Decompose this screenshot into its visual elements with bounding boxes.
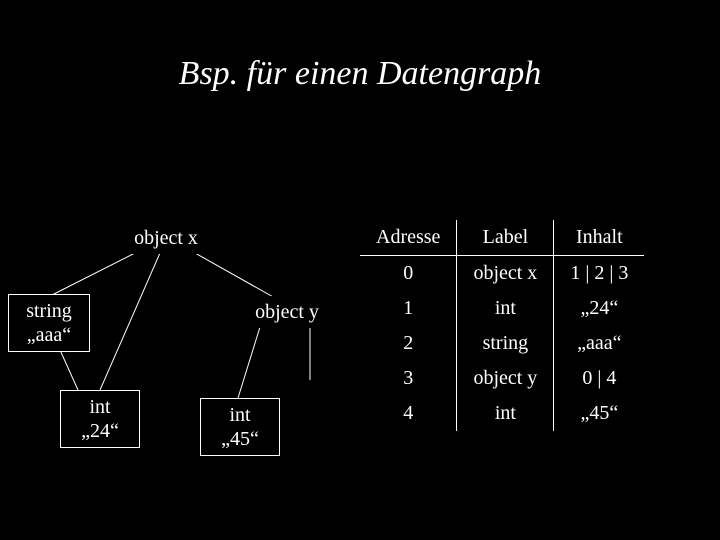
cell-label: int [457, 396, 554, 431]
cell-content: „45“ [554, 396, 645, 431]
cell-addr: 4 [360, 396, 457, 431]
node-int-45: int „45“ [200, 398, 280, 456]
table-row: 3 object y 0 | 4 [360, 361, 644, 396]
cell-label: object y [457, 361, 554, 396]
table-row: 4 int „45“ [360, 396, 644, 431]
table-row: 0 object x 1 | 2 | 3 [360, 256, 644, 292]
node-object-y: object y [232, 296, 342, 328]
col-header-address: Adresse [360, 220, 457, 256]
cell-addr: 1 [360, 291, 457, 326]
table-row: 1 int „24“ [360, 291, 644, 326]
table-header-row: Adresse Label Inhalt [360, 220, 644, 256]
cell-addr: 0 [360, 256, 457, 292]
cell-label: object x [457, 256, 554, 292]
col-header-content: Inhalt [554, 220, 645, 256]
cell-content: „aaa“ [554, 326, 645, 361]
cell-content: 1 | 2 | 3 [554, 256, 645, 292]
node-string-aaa: string „aaa“ [8, 294, 90, 352]
node-int-24: int „24“ [60, 390, 140, 448]
cell-addr: 3 [360, 361, 457, 396]
col-header-label: Label [457, 220, 554, 256]
cell-label: string [457, 326, 554, 361]
cell-addr: 2 [360, 326, 457, 361]
slide-title: Bsp. für einen Datengraph [0, 55, 720, 93]
cell-label: int [457, 291, 554, 326]
cell-content: „24“ [554, 291, 645, 326]
table-row: 2 string „aaa“ [360, 326, 644, 361]
cell-content: 0 | 4 [554, 361, 645, 396]
address-table: Adresse Label Inhalt 0 object x 1 | 2 | … [360, 220, 644, 431]
node-object-x: object x [110, 222, 222, 254]
